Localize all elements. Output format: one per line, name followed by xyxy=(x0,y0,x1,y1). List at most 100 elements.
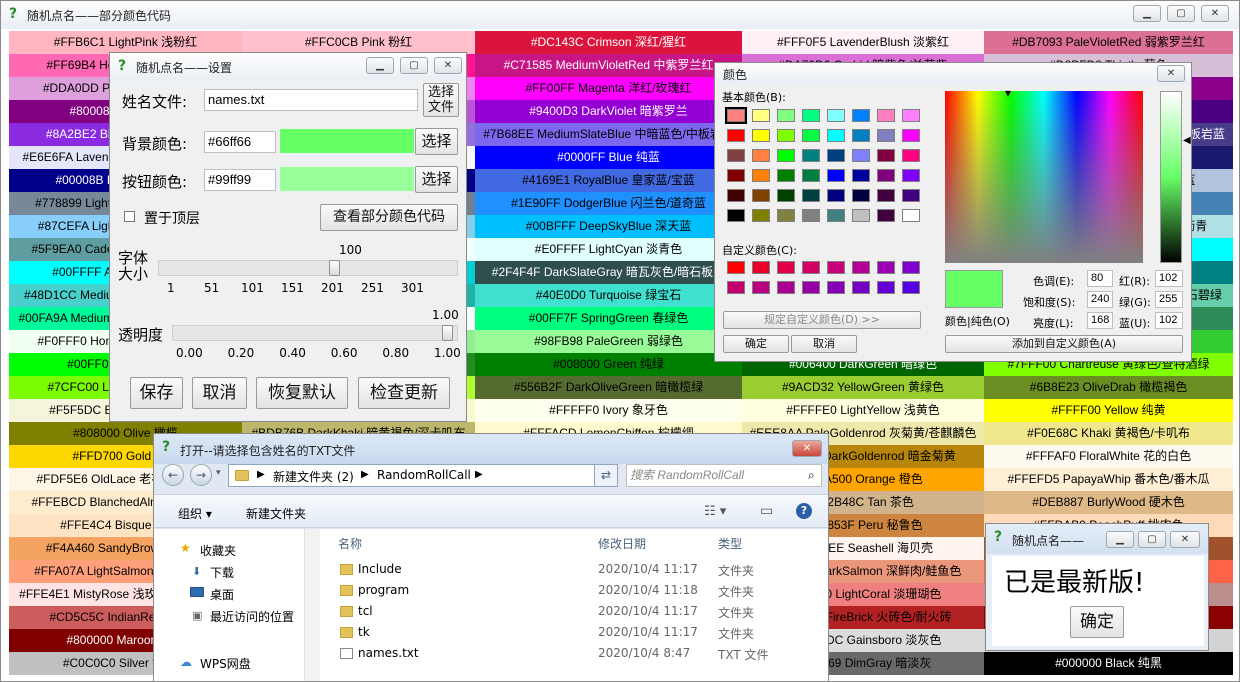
basic-color-swatch[interactable] xyxy=(827,169,845,182)
custom-color-swatch[interactable] xyxy=(902,261,920,274)
add-custom-color-button[interactable]: 添加到自定义颜色(A) xyxy=(945,335,1183,353)
btn-color-choose-button[interactable]: 选择 xyxy=(415,166,458,193)
btn-color-input[interactable]: #99ff99 xyxy=(204,169,276,191)
font-size-slider-thumb[interactable] xyxy=(329,260,341,276)
custom-color-swatch[interactable] xyxy=(877,281,895,294)
bg-color-input[interactable]: #66ff66 xyxy=(204,131,276,153)
basic-color-swatch[interactable] xyxy=(752,129,770,142)
basic-color-swatch[interactable] xyxy=(727,169,745,182)
search-icon[interactable]: ⌕ xyxy=(808,468,815,483)
custom-color-swatch[interactable] xyxy=(902,281,920,294)
custom-color-swatch[interactable] xyxy=(777,281,795,294)
main-titlebar[interactable]: ? 随机点名——部分颜色代码 ▁ ▢ ✕ xyxy=(1,1,1239,29)
basic-color-swatch[interactable] xyxy=(877,189,895,202)
basic-color-swatch[interactable] xyxy=(902,109,920,122)
minimize-button[interactable]: ▁ xyxy=(1106,531,1134,548)
refresh-icon[interactable]: ⇄ xyxy=(594,464,618,487)
basic-color-swatch[interactable] xyxy=(852,109,870,122)
basic-color-swatch[interactable] xyxy=(902,189,920,202)
view-icon[interactable]: ☷ ▾ xyxy=(704,504,726,519)
basic-color-swatch[interactable] xyxy=(725,107,747,124)
basic-color-swatch[interactable] xyxy=(727,149,745,162)
basic-color-swatch[interactable] xyxy=(827,129,845,142)
basic-color-swatch[interactable] xyxy=(877,169,895,182)
choose-file-button[interactable]: 选择文件 xyxy=(423,83,459,117)
check-update-button[interactable]: 检查更新 xyxy=(358,377,450,409)
custom-color-swatch[interactable] xyxy=(852,281,870,294)
basic-color-swatch[interactable] xyxy=(902,169,920,182)
settings-titlebar[interactable]: ? 随机点名——设置 ▁ ▢ ✕ xyxy=(110,53,466,81)
basic-color-swatch[interactable] xyxy=(802,189,820,202)
ok-button[interactable]: 确定 xyxy=(723,335,789,353)
basic-color-swatch[interactable] xyxy=(752,149,770,162)
opacity-slider[interactable] xyxy=(172,325,458,341)
breadcrumb-current[interactable]: RandomRollCall xyxy=(377,468,471,482)
maximize-button[interactable]: ▢ xyxy=(1138,531,1166,548)
basic-color-swatch[interactable] xyxy=(777,169,795,182)
custom-color-swatch[interactable] xyxy=(802,281,820,294)
custom-color-swatch[interactable] xyxy=(752,281,770,294)
nav-desktop[interactable]: 桌面 xyxy=(210,586,234,603)
lum-input[interactable]: 168 xyxy=(1087,312,1113,329)
custom-color-swatch[interactable] xyxy=(802,261,820,274)
restore-defaults-button[interactable]: 恢复默认 xyxy=(256,377,348,409)
nav-wps[interactable]: WPS网盘 xyxy=(200,655,251,672)
cancel-button[interactable]: 取消 xyxy=(192,377,247,409)
basic-color-swatch[interactable] xyxy=(852,209,870,222)
nav-favorites[interactable]: 收藏夹 xyxy=(200,542,236,559)
basic-color-swatch[interactable] xyxy=(852,169,870,182)
basic-color-swatch[interactable] xyxy=(802,109,820,122)
close-button[interactable]: ✕ xyxy=(1201,5,1229,22)
basic-color-swatch[interactable] xyxy=(877,129,895,142)
open-dialog-titlebar[interactable]: ? 打开--请选择包含姓名的TXT文件 ✕ xyxy=(154,434,828,464)
green-input[interactable]: 255 xyxy=(1155,291,1183,308)
basic-color-swatch[interactable] xyxy=(902,129,920,142)
font-size-slider[interactable] xyxy=(158,260,458,276)
custom-color-swatch[interactable] xyxy=(877,261,895,274)
basic-color-swatch[interactable] xyxy=(727,209,745,222)
ok-button[interactable]: 确定 xyxy=(1070,606,1124,638)
column-type[interactable]: 类型 xyxy=(718,535,742,552)
search-input[interactable]: 搜索 RandomRollCall xyxy=(626,464,822,487)
basic-color-swatch[interactable] xyxy=(802,129,820,142)
save-button[interactable]: 保存 xyxy=(130,377,183,409)
custom-color-swatch[interactable] xyxy=(752,261,770,274)
view-color-codes-button[interactable]: 查看部分颜色代码 xyxy=(320,204,458,231)
back-button[interactable]: ← xyxy=(162,464,184,486)
basic-color-swatch[interactable] xyxy=(777,149,795,162)
basic-color-swatch[interactable] xyxy=(752,169,770,182)
basic-color-swatch[interactable] xyxy=(852,149,870,162)
basic-color-swatch[interactable] xyxy=(852,189,870,202)
file-name[interactable]: tk xyxy=(358,625,370,639)
minimize-button[interactable]: ▁ xyxy=(1133,5,1161,22)
help-icon[interactable]: ? xyxy=(796,503,812,519)
column-date[interactable]: 修改日期 xyxy=(598,535,646,552)
basic-color-swatch[interactable] xyxy=(902,209,920,222)
basic-color-swatch[interactable] xyxy=(877,109,895,122)
spectrum-crosshair[interactable]: ▾ xyxy=(1005,87,1011,99)
name-file-input[interactable]: names.txt xyxy=(204,89,418,111)
cancel-button[interactable]: 取消 xyxy=(791,335,857,353)
color-dialog-titlebar[interactable]: 颜色 ✕ xyxy=(715,63,1191,85)
custom-color-swatch[interactable] xyxy=(777,261,795,274)
custom-color-swatch[interactable] xyxy=(827,261,845,274)
nav-scrollbar[interactable] xyxy=(304,529,320,681)
custom-color-swatch[interactable] xyxy=(727,281,745,294)
color-spectrum[interactable] xyxy=(945,91,1143,263)
basic-color-swatch[interactable] xyxy=(752,209,770,222)
blue-input[interactable]: 102 xyxy=(1155,312,1183,329)
new-folder-button[interactable]: 新建文件夹 xyxy=(246,505,306,522)
luminance-arrow-icon[interactable]: ◀ xyxy=(1183,135,1191,146)
basic-color-swatch[interactable] xyxy=(802,149,820,162)
custom-color-swatch[interactable] xyxy=(727,261,745,274)
organize-button[interactable]: 组织 ▾ xyxy=(178,505,212,522)
basic-color-swatch[interactable] xyxy=(777,129,795,142)
basic-color-swatch[interactable] xyxy=(902,149,920,162)
basic-color-swatch[interactable] xyxy=(777,189,795,202)
column-name[interactable]: 名称 xyxy=(338,535,362,552)
custom-color-swatch[interactable] xyxy=(827,281,845,294)
file-name[interactable]: program xyxy=(358,583,409,597)
nav-downloads[interactable]: 下载 xyxy=(210,564,234,581)
sat-input[interactable]: 240 xyxy=(1087,291,1113,308)
red-input[interactable]: 102 xyxy=(1155,270,1183,287)
